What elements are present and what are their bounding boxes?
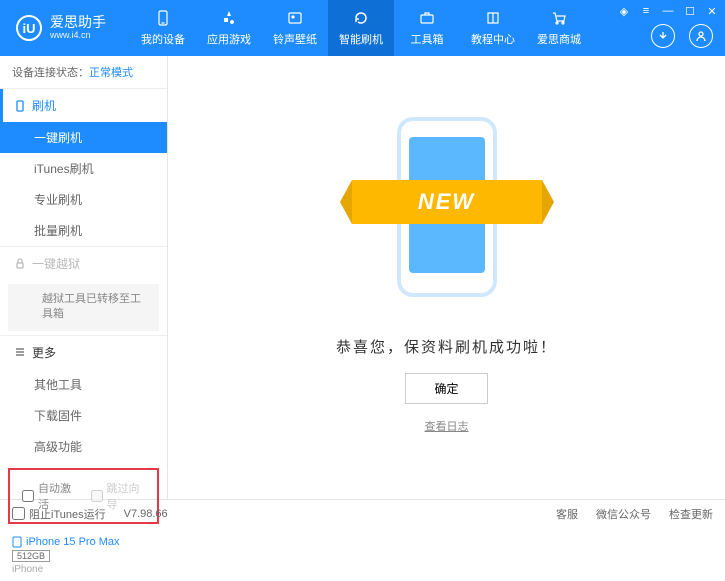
refresh-icon — [352, 9, 370, 27]
book-icon — [484, 9, 502, 27]
apps-icon — [220, 9, 238, 27]
toolbox-icon — [418, 9, 436, 27]
nav-label: 爱思商城 — [537, 31, 581, 47]
logo-icon: iU — [16, 15, 42, 41]
nav-label: 铃声壁纸 — [273, 31, 317, 47]
device-status: 设备连接状态：正常模式 — [0, 56, 167, 89]
device-name[interactable]: iPhone 15 Pro Max — [12, 536, 155, 548]
sidebar-item-other-tools[interactable]: 其他工具 — [0, 369, 167, 400]
main-content: NEW 恭喜您，保资料刷机成功啦！ 确定 查看日志 — [168, 56, 725, 499]
footer-wechat[interactable]: 微信公众号 — [596, 506, 651, 522]
cart-icon — [550, 9, 568, 27]
header-right-icons — [651, 24, 713, 48]
window-controls: ◈ ≡ — ☐ ✕ — [617, 4, 719, 18]
ok-button[interactable]: 确定 — [405, 373, 487, 404]
sidebar-item-advanced[interactable]: 高级功能 — [0, 431, 167, 462]
lock-icon — [14, 258, 26, 270]
nav-tutorials[interactable]: 教程中心 — [460, 0, 526, 56]
nav-ringtones[interactable]: 铃声壁纸 — [262, 0, 328, 56]
nav-my-device[interactable]: 我的设备 — [130, 0, 196, 56]
device-icon — [12, 536, 22, 548]
nav-label: 教程中心 — [471, 31, 515, 47]
view-log-link[interactable]: 查看日志 — [425, 418, 469, 434]
more-icon — [14, 346, 26, 358]
footer-support[interactable]: 客服 — [556, 506, 578, 522]
nav-label: 工具箱 — [411, 31, 444, 47]
app-url: www.i4.cn — [50, 31, 106, 41]
device-info: iPhone 15 Pro Max 512GB iPhone — [0, 530, 167, 581]
nav-label: 我的设备 — [141, 31, 185, 47]
version-label: V7.98.66 — [124, 508, 168, 520]
device-storage: 512GB — [12, 550, 50, 562]
new-ribbon: NEW — [352, 180, 542, 224]
nav-toolbox[interactable]: 工具箱 — [394, 0, 460, 56]
menu-icon[interactable]: ≡ — [639, 4, 653, 18]
minimize-icon[interactable]: — — [661, 4, 675, 18]
close-icon[interactable]: ✕ — [705, 4, 719, 18]
nav-apps[interactable]: 应用游戏 — [196, 0, 262, 56]
flash-icon — [14, 100, 26, 112]
sidebar-item-batch-flash[interactable]: 批量刷机 — [0, 215, 167, 246]
sidebar-section-jailbreak: 一键越狱 — [0, 247, 167, 280]
sidebar-item-itunes-flash[interactable]: iTunes刷机 — [0, 153, 167, 184]
nav-flash[interactable]: 智能刷机 — [328, 0, 394, 56]
footer-update[interactable]: 检查更新 — [669, 506, 713, 522]
nav-label: 智能刷机 — [339, 31, 383, 47]
success-message: 恭喜您，保资料刷机成功啦！ — [336, 336, 557, 357]
nav-label: 应用游戏 — [207, 31, 251, 47]
sidebar-section-flash[interactable]: 刷机 — [0, 89, 167, 122]
app-name: 爱思助手 — [50, 15, 106, 30]
checkbox-block-itunes[interactable]: 阻止iTunes运行 — [12, 506, 106, 522]
nav-store[interactable]: 爱思商城 — [526, 0, 592, 56]
sidebar-item-download-fw[interactable]: 下载固件 — [0, 400, 167, 431]
sidebar-item-pro-flash[interactable]: 专业刷机 — [0, 184, 167, 215]
sidebar: 设备连接状态：正常模式 刷机 一键刷机 iTunes刷机 专业刷机 批量刷机 一… — [0, 56, 168, 499]
skin-icon[interactable]: ◈ — [617, 4, 631, 18]
maximize-icon[interactable]: ☐ — [683, 4, 697, 18]
logo-area: iU 爱思助手 www.i4.cn — [0, 15, 122, 41]
phone-illustration: NEW — [382, 102, 512, 312]
jailbreak-note: 越狱工具已转移至工具箱 — [8, 284, 159, 331]
user-icon[interactable] — [689, 24, 713, 48]
top-nav: 我的设备 应用游戏 铃声壁纸 智能刷机 工具箱 教程中心 爱思商城 — [130, 0, 592, 56]
sidebar-section-more[interactable]: 更多 — [0, 336, 167, 369]
phone-icon — [154, 9, 172, 27]
device-type: iPhone — [12, 564, 155, 575]
download-icon[interactable] — [651, 24, 675, 48]
sidebar-item-oneclick-flash[interactable]: 一键刷机 — [0, 122, 167, 153]
app-header: iU 爱思助手 www.i4.cn 我的设备 应用游戏 铃声壁纸 智能刷机 工具… — [0, 0, 725, 56]
image-icon — [286, 9, 304, 27]
